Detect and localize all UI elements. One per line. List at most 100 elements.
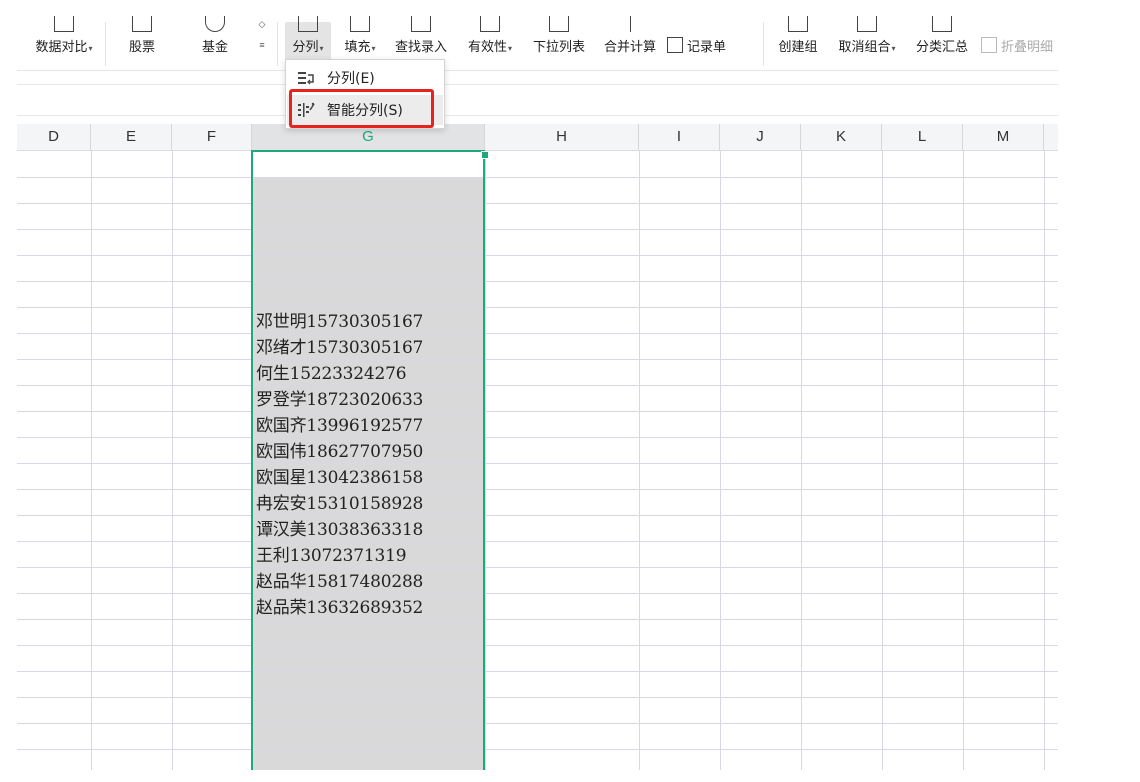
ungroup-icon [857, 16, 877, 32]
grid-row-line [17, 359, 1058, 360]
column-headers: D E F G H I J K L M [17, 124, 1058, 151]
scroll-up-icon[interactable]: ◇ [255, 14, 269, 35]
subtotal-button[interactable]: 分类汇总 [910, 16, 974, 70]
cell[interactable]: 欧国齐13996192577 [256, 413, 486, 439]
spreadsheet-app: 数据对比▾ 股票 基金 ◇ ≡ 分列▾ 填充▾ 查找录入 有效性▾ 下拉列表 合… [17, 0, 1058, 770]
grid-row-line [17, 723, 1058, 724]
column-header-k[interactable]: K [801, 124, 882, 150]
cell[interactable]: 邓绪才15730305167 [256, 335, 486, 361]
create-group-button[interactable]: 创建组 [772, 16, 824, 70]
validation-label: 有效性 [467, 40, 507, 55]
formula-bar[interactable] [17, 84, 1058, 116]
dropdown-list-button[interactable]: 下拉列表 [527, 16, 591, 70]
cell[interactable]: 罗登学18723020633 [256, 387, 486, 413]
grid-row-line [17, 749, 1058, 750]
cell[interactable]: 欧国伟18627707950 [256, 439, 486, 465]
cell[interactable]: 欧国星13042386158 [256, 465, 486, 491]
cell[interactable]: 邓世明15730305167 [256, 309, 486, 335]
find-entry-icon [411, 16, 431, 32]
fund-icon [205, 16, 225, 32]
consolidate-label: 合并计算 [603, 40, 656, 55]
grid-row-line [17, 411, 1058, 412]
grid-row-line [17, 177, 1058, 178]
validation-icon [480, 16, 500, 32]
ungroup-button[interactable]: 取消组合▾ [830, 16, 904, 70]
grid-column-line [639, 151, 640, 770]
caret-down-icon: ▾ [88, 44, 93, 53]
ribbon-separator [763, 22, 764, 66]
data-compare-label: 数据对比 [35, 40, 88, 55]
grid-row-line [17, 255, 1058, 256]
grid-row-line [17, 515, 1058, 516]
cell[interactable]: 王利13072371319 [256, 543, 486, 569]
grid-row-line [17, 385, 1058, 386]
grid-row-line [17, 489, 1058, 490]
menu-item-label: 分列(E) [327, 71, 375, 87]
grid-row-line [17, 437, 1058, 438]
cell-grid[interactable] [17, 151, 1058, 770]
collapse-detail-icon [981, 37, 997, 53]
grid-column-line [172, 151, 173, 770]
stock-icon [132, 16, 152, 32]
column-header-h[interactable]: H [485, 124, 639, 150]
validation-button[interactable]: 有效性▾ [460, 16, 520, 70]
grid-row-line [17, 671, 1058, 672]
record-form-icon [667, 37, 683, 53]
fund-label: 基金 [201, 40, 228, 55]
find-entry-label: 查找录入 [394, 40, 447, 55]
collapse-detail-button[interactable]: 折叠明细 [981, 34, 1058, 56]
split-column-icon [298, 16, 318, 32]
scroll-more-icon[interactable]: ≡ [255, 35, 269, 56]
caret-down-icon: ▾ [319, 44, 324, 53]
grid-row-line [17, 203, 1058, 204]
caret-down-icon: ▾ [508, 44, 513, 53]
grid-row-line [17, 541, 1058, 542]
ribbon-separator [277, 22, 278, 66]
subtotal-label: 分类汇总 [915, 40, 968, 55]
cell[interactable]: 赵品荣13632689352 [256, 595, 486, 621]
grid-column-line [91, 151, 92, 770]
create-group-icon [788, 16, 808, 32]
column-header-d[interactable]: D [17, 124, 91, 150]
cell[interactable]: 谭汉美13038363318 [256, 517, 486, 543]
dropdown-list-label: 下拉列表 [532, 40, 585, 55]
column-header-m[interactable]: M [963, 124, 1044, 150]
grid-row-line [17, 333, 1058, 334]
column-header-i[interactable]: I [639, 124, 720, 150]
grid-column-line [1044, 151, 1045, 770]
cell[interactable]: 冉宏安15310158928 [256, 491, 486, 517]
grid-row-line [17, 619, 1058, 620]
data-compare-button[interactable]: 数据对比▾ [27, 16, 101, 70]
consolidate-button[interactable]: 合并计算 [597, 16, 663, 70]
column-header-e[interactable]: E [91, 124, 172, 150]
fill-handle[interactable] [481, 151, 489, 159]
data-compare-icon [54, 16, 74, 32]
grid-row-line [17, 593, 1058, 594]
stock-button[interactable]: 股票 [112, 16, 172, 70]
caret-down-icon: ▾ [891, 44, 896, 53]
grid-row-line [17, 567, 1058, 568]
ribbon-separator [105, 22, 106, 66]
grid-row-line [17, 281, 1058, 282]
grid-row-line [17, 697, 1058, 698]
fund-button[interactable]: 基金 [185, 16, 245, 70]
stock-label: 股票 [128, 40, 155, 55]
column-header-l[interactable]: L [882, 124, 963, 150]
grid-row-line [17, 463, 1058, 464]
ribbon-scroll-buttons[interactable]: ◇ ≡ [255, 14, 269, 56]
grid-column-line [801, 151, 802, 770]
column-header-j[interactable]: J [720, 124, 801, 150]
split-columns-icon [297, 70, 315, 86]
caret-down-icon: ▾ [371, 44, 376, 53]
subtotal-icon [932, 16, 952, 32]
record-form-button[interactable]: 记录单 [667, 34, 743, 56]
column-header-f[interactable]: F [172, 124, 252, 150]
collapse-detail-label: 折叠明细 [1001, 39, 1054, 55]
split-column-label: 分列 [292, 40, 319, 55]
fill-icon [350, 16, 370, 32]
consolidate-icon [629, 16, 631, 32]
dropdown-list-icon [549, 16, 569, 32]
cell[interactable]: 何生15223324276 [256, 361, 486, 387]
grid-column-line [720, 151, 721, 770]
cell[interactable]: 赵品华15817480288 [256, 569, 486, 595]
